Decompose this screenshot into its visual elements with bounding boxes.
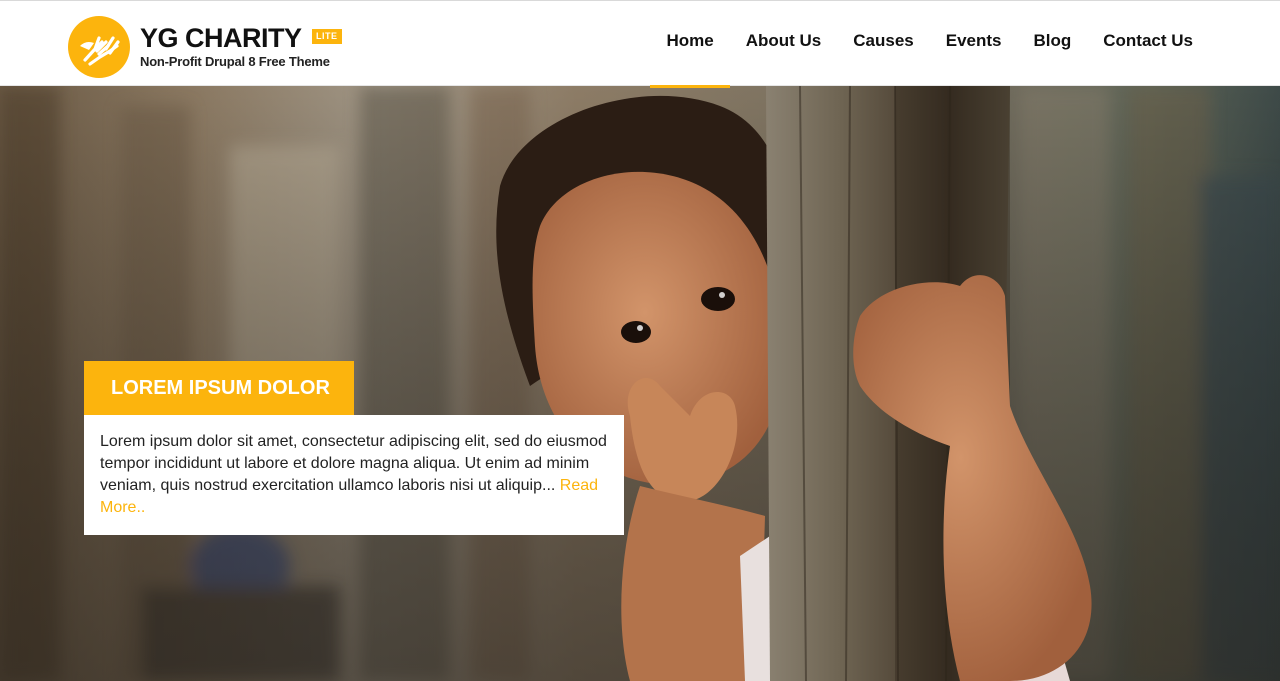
main-nav: Home About Us Causes Events Blog Contact…: [650, 1, 1209, 88]
hero-slider: LOREM IPSUM DOLOR Lorem ipsum dolor sit …: [0, 86, 1280, 681]
slide-caption: Lorem ipsum dolor sit amet, consectetur …: [84, 415, 624, 535]
site-header: YG CHARITY LITE Non-Profit Drupal 8 Free…: [0, 0, 1280, 88]
nav-item-events[interactable]: Events: [930, 1, 1018, 87]
hands-icon: [68, 16, 130, 78]
nav-item-contact-us[interactable]: Contact Us: [1087, 1, 1209, 87]
nav-item-blog[interactable]: Blog: [1017, 1, 1087, 87]
nav-item-causes[interactable]: Causes: [837, 1, 929, 87]
nav-item-about-us[interactable]: About Us: [730, 1, 838, 87]
lite-badge: LITE: [312, 29, 342, 44]
nav-item-home[interactable]: Home: [650, 1, 730, 88]
slide-title: LOREM IPSUM DOLOR: [84, 361, 354, 415]
site-title: YG CHARITY: [140, 23, 302, 53]
site-tagline: Non-Profit Drupal 8 Free Theme: [140, 54, 330, 69]
slide-text: Lorem ipsum dolor sit amet, consectetur …: [100, 433, 607, 494]
